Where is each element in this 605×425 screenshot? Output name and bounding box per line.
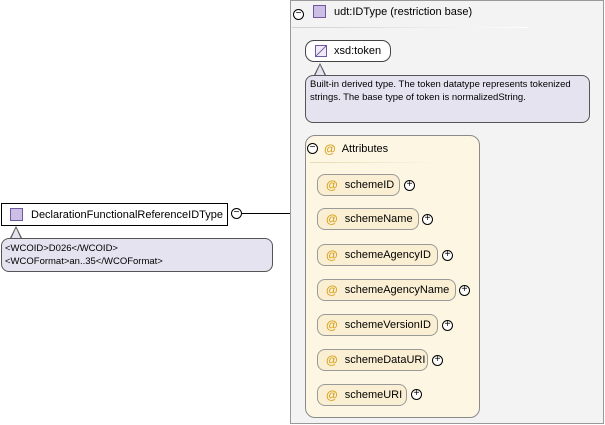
minus-icon: − <box>309 142 316 153</box>
simple-type-icon <box>315 45 327 57</box>
doc-line-wcoformat: <WCOFormat>an..35</WCOFormat> <box>5 256 163 267</box>
attribute-scheme-name[interactable]: @ schemeName <box>317 208 419 230</box>
attribute-icon: @ <box>324 142 336 156</box>
expand-scheme-data-uri[interactable]: + <box>432 355 443 366</box>
expand-scheme-agency-id[interactable]: + <box>442 250 453 261</box>
attribute-scheme-agency-name[interactable]: @ schemeAgencyName <box>317 279 456 301</box>
minus-icon: − <box>233 207 240 218</box>
attribute-scheme-agency-id[interactable]: @ schemeAgencyID <box>317 244 438 266</box>
root-type-label: DeclarationFunctionalReferenceIDType <box>31 208 223 221</box>
attribute-icon: @ <box>326 283 338 297</box>
attribute-icon: @ <box>326 248 338 262</box>
attribute-scheme-id[interactable]: @ schemeID <box>317 174 400 196</box>
restriction-header[interactable]: udt:IDType (restriction base) <box>305 5 472 18</box>
complex-type-icon <box>313 5 326 18</box>
expand-scheme-name[interactable]: + <box>422 214 433 225</box>
attribute-icon: @ <box>326 318 338 332</box>
attribute-scheme-version-id[interactable]: @ schemeVersionID <box>317 314 438 336</box>
restriction-label: udt:IDType (restriction base) <box>334 5 473 18</box>
attribute-icon: @ <box>326 212 338 226</box>
attributes-header[interactable]: @ Attributes <box>316 142 388 156</box>
plus-icon: + <box>406 179 413 190</box>
attribute-label: schemeID <box>344 179 395 191</box>
root-connector-line <box>242 213 290 214</box>
attribute-scheme-uri[interactable]: @ schemeURI <box>317 384 407 406</box>
restriction-collapse-toggle[interactable]: − <box>293 9 304 20</box>
complex-type-icon <box>10 208 23 221</box>
root-collapse-toggle[interactable]: − <box>231 208 242 219</box>
plus-icon: + <box>434 354 441 365</box>
attributes-divider <box>310 162 436 163</box>
root-type-box[interactable]: DeclarationFunctionalReferenceIDType <box>1 203 228 226</box>
attribute-label: schemeVersionID <box>344 319 431 331</box>
expand-scheme-uri[interactable]: + <box>411 389 422 400</box>
plus-icon: + <box>444 319 451 330</box>
header-divider <box>292 27 528 28</box>
doc-line-wcoid: <WCOID>D026</WCOID> <box>5 243 118 254</box>
plus-icon: + <box>413 388 420 399</box>
expand-scheme-agency-name[interactable]: + <box>459 285 470 296</box>
attribute-icon: @ <box>326 353 338 367</box>
expand-scheme-id[interactable]: + <box>404 180 415 191</box>
base-type-documentation: Built-in derived type. The token datatyp… <box>305 75 590 123</box>
base-type-label: xsd:token <box>334 45 382 57</box>
attribute-scheme-data-uri[interactable]: @ schemeDataURI <box>317 349 428 371</box>
attributes-header-label: Attributes <box>341 143 389 155</box>
attribute-label: schemeDataURI <box>344 354 426 366</box>
root-documentation: <WCOID>D026</WCOID> <WCOFormat>an..35</W… <box>1 238 273 272</box>
attribute-label: schemeAgencyID <box>344 249 431 261</box>
attribute-icon: @ <box>326 388 338 402</box>
expand-scheme-version-id[interactable]: + <box>442 320 453 331</box>
minus-icon: − <box>295 8 302 19</box>
base-type-box[interactable]: xsd:token <box>305 40 391 62</box>
plus-icon: + <box>424 213 431 224</box>
plus-icon: + <box>461 284 468 295</box>
attribute-icon: @ <box>326 178 338 192</box>
plus-icon: + <box>444 249 451 260</box>
attribute-label: schemeAgencyName <box>344 284 450 296</box>
attribute-label: schemeName <box>344 213 413 225</box>
attribute-label: schemeURI <box>344 389 403 401</box>
